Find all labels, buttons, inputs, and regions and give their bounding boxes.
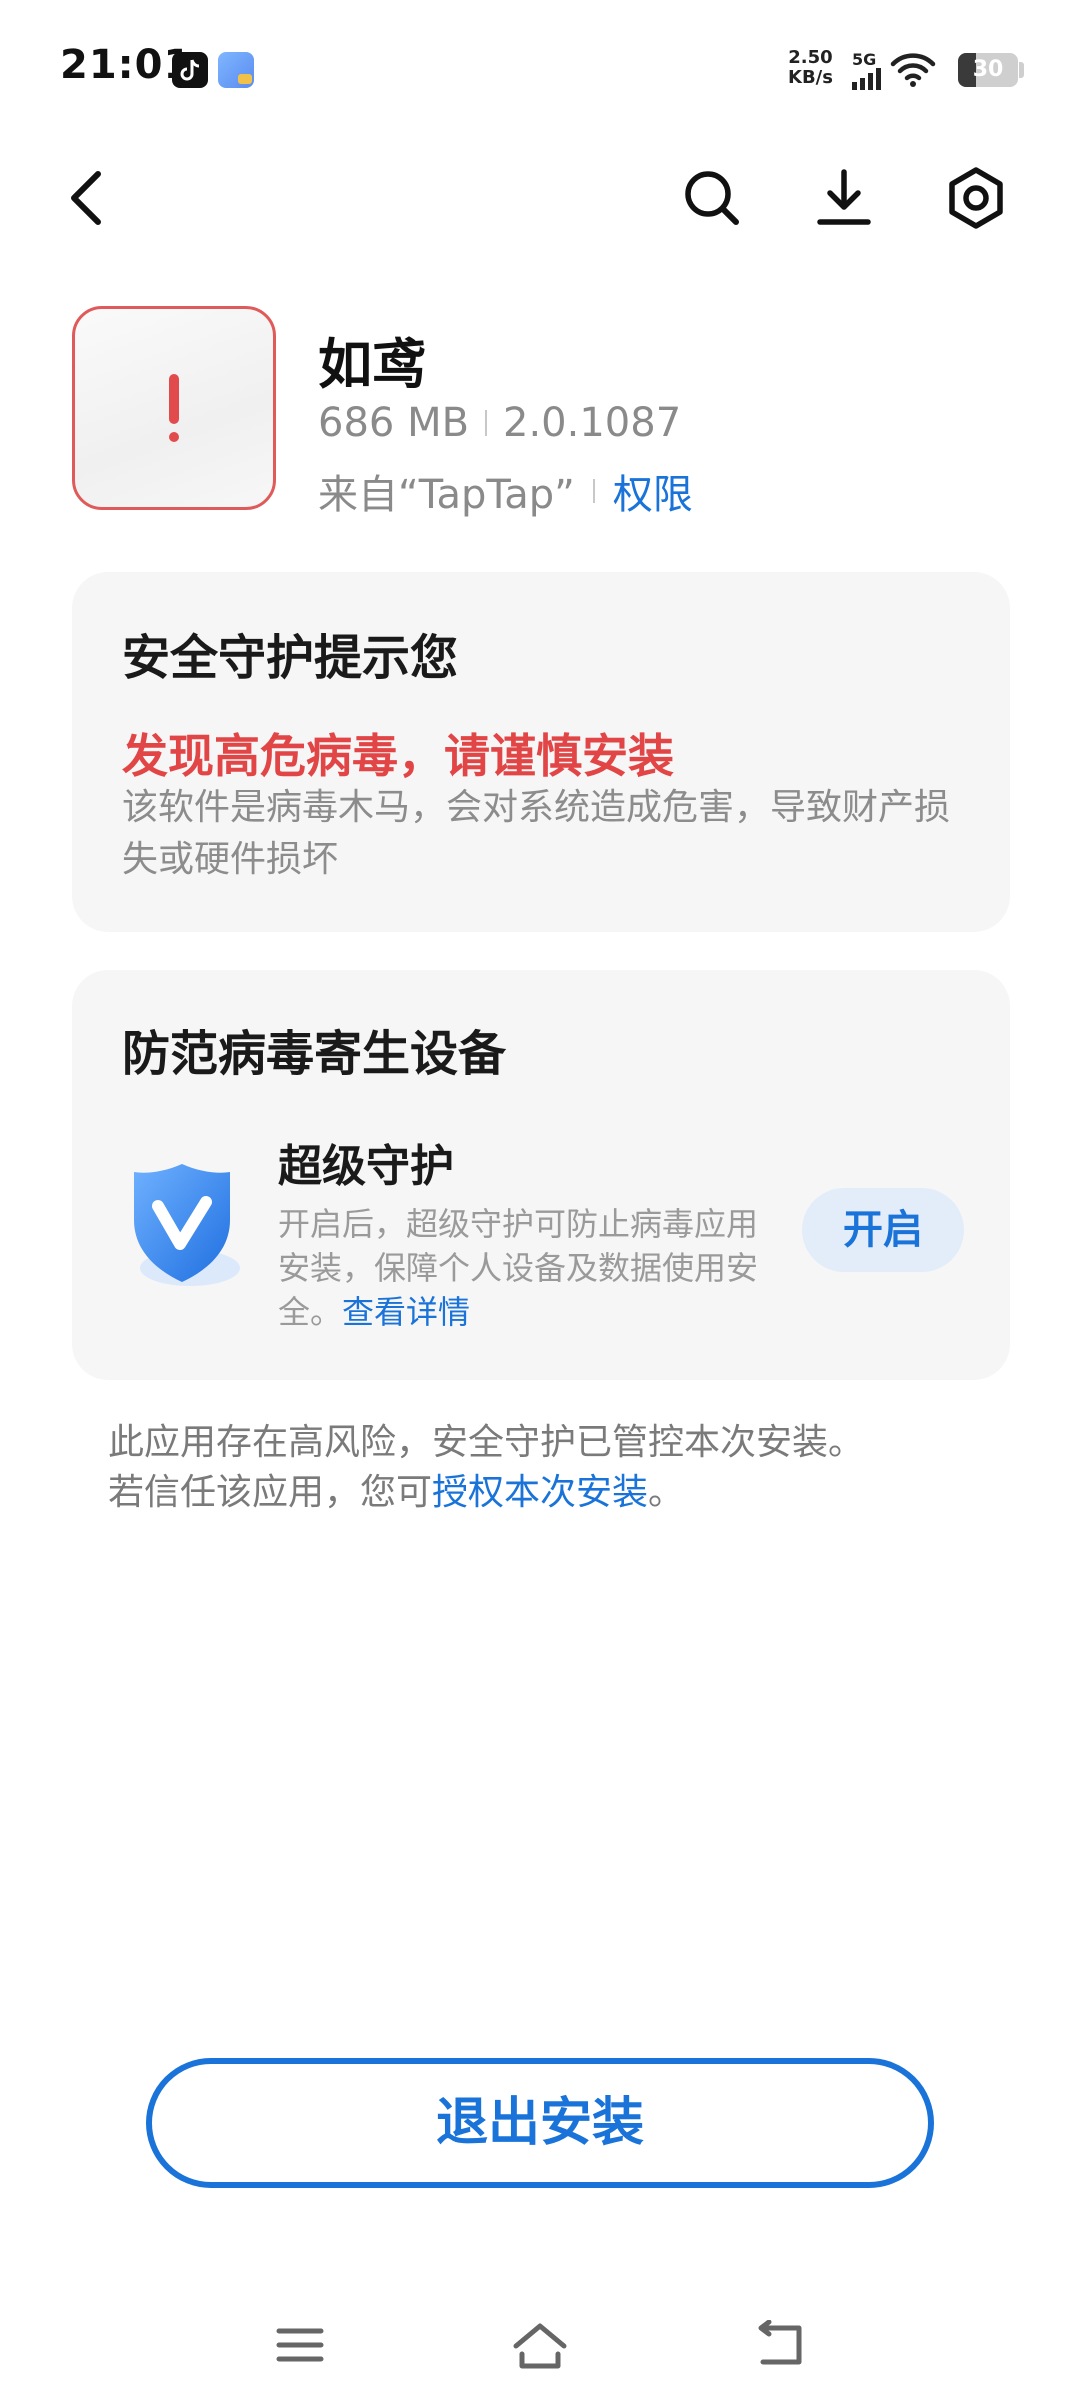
back-button[interactable] (46, 158, 126, 238)
permissions-link[interactable]: 权限 (613, 462, 693, 520)
protection-card-title: 防范病毒寄生设备 (122, 1026, 507, 1082)
home-icon (513, 2323, 567, 2369)
shield-icon (122, 1150, 252, 1300)
app-notification-icon (218, 52, 254, 88)
chevron-left-icon (71, 171, 101, 225)
danger-description: 该软件是病毒木马，会对系统造成危害，导致财产损失或硬件损坏 (122, 787, 951, 880)
network-type: 5G (852, 50, 877, 69)
warning-icon (169, 374, 179, 442)
app-source: 来自“TapTap” (318, 472, 575, 518)
app-meta: 686 MB 2.0.1087 (318, 400, 681, 446)
risk-note-line1: 此应用存在高风险，安全守护已管控本次安装。 (108, 1422, 865, 1463)
super-protect-title: 超级守护 (278, 1141, 454, 1192)
app-size: 686 MB (318, 400, 470, 446)
app-icon (72, 306, 276, 510)
protection-card: 防范病毒寄生设备 超级守护 开启后，超级守护可防止病毒应用安装，保障个人设备及数… (72, 970, 1010, 1380)
security-warning-card: 安全守护提示您 发现高危病毒，请谨慎安装 该软件是病毒木马，会对系统造成危害，导… (72, 572, 1010, 932)
app-name: 如鸢 (318, 333, 426, 396)
download-button[interactable] (804, 158, 884, 238)
back-icon (758, 2320, 802, 2365)
download-icon (817, 169, 871, 225)
settings-hexagon-icon (949, 167, 1003, 229)
battery-tip (1019, 62, 1024, 78)
app-version: 2.0.1087 (503, 400, 682, 446)
tiktok-icon (172, 52, 208, 88)
network-speed: 2.50 KB/s (788, 47, 833, 88)
wifi-icon (890, 52, 936, 92)
menu-icon (276, 2328, 324, 2362)
danger-title: 发现高危病毒，请谨慎安装 (122, 729, 674, 783)
security-card-title: 安全守护提示您 (122, 630, 459, 686)
super-protect-description: 开启后，超级守护可防止病毒应用安装，保障个人设备及数据使用安全。查看详情 (278, 1205, 759, 1331)
meta-divider (485, 410, 488, 436)
search-button[interactable] (672, 158, 752, 238)
home-button[interactable] (500, 2310, 580, 2380)
authorize-install-link[interactable]: 授权本次安装 (432, 1472, 648, 1513)
app-source-row: 来自“TapTap” 权限 (318, 462, 693, 520)
settings-button[interactable] (936, 158, 1016, 238)
source-divider (592, 479, 595, 503)
status-bar: 21:01 2.50 KB/s 5G 30 (0, 0, 1080, 140)
risk-note-line2: 若信任该应用，您可授权本次安装。 (108, 1472, 685, 1513)
battery-level: 30 (972, 57, 1004, 82)
menu-button[interactable] (260, 2310, 340, 2380)
exit-install-button[interactable]: 退出安装 (146, 2058, 934, 2188)
signal-icon (852, 68, 882, 94)
enable-super-protect-button[interactable]: 开启 (802, 1188, 964, 1272)
view-details-link[interactable]: 查看详情 (342, 1293, 470, 1331)
system-back-button[interactable] (740, 2310, 820, 2380)
risk-note: 此应用存在高风险，安全守护已管控本次安装。 若信任该应用，您可授权本次安装。 (108, 1418, 988, 1518)
search-icon (685, 171, 739, 225)
battery-icon: 30 (958, 53, 1018, 87)
